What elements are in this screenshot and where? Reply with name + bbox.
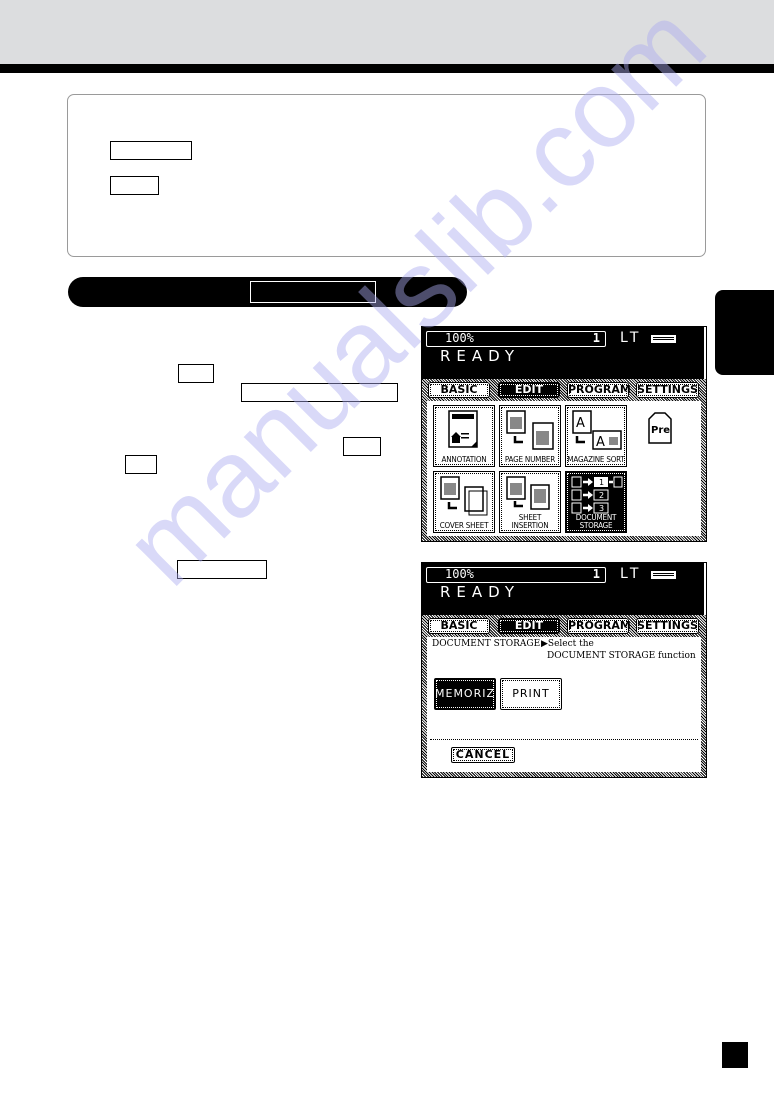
lcd-status-area: 100% 1 LT READY xyxy=(422,563,704,615)
control-panel-document-storage: 100% 1 LT READY DOCUMENT STORAGE ▶Select… xyxy=(421,562,707,778)
tab-program[interactable]: PROGRAM xyxy=(567,618,631,634)
pre-tag-icon: Pre xyxy=(648,412,672,444)
tab-program[interactable]: PROGRAM xyxy=(567,382,631,398)
copy-count: 1 xyxy=(592,567,600,581)
tab-edit[interactable]: EDIT xyxy=(498,618,560,634)
lcd-status-area: 100% 1 LT READY xyxy=(422,327,704,379)
annotation-button[interactable]: ANNOTATION xyxy=(433,405,495,467)
document-storage-button[interactable]: 1 2 3 DOCUMENT STORAGE xyxy=(565,471,627,533)
magazine-sort-label: MAGAZINE SORT xyxy=(567,455,625,464)
step1-key-b xyxy=(241,383,398,402)
paper-tray-icon xyxy=(651,571,676,579)
svg-text:A: A xyxy=(576,416,585,431)
lcd-frame: ANNOTATION PAGE NUMBER A A MAGAZINE SORT… xyxy=(422,379,706,541)
step2-key xyxy=(177,560,267,579)
svg-text:A: A xyxy=(596,435,605,450)
zoom-copies-display: 100% 1 xyxy=(426,331,606,347)
divider xyxy=(430,739,698,740)
document-storage-label: DOCUMENT STORAGE xyxy=(575,513,617,530)
instruction-line-1: ▶Select the xyxy=(541,639,594,649)
tab-settings[interactable]: SETTINGS xyxy=(636,618,699,634)
magazine-sort-button[interactable]: A A MAGAZINE SORT xyxy=(565,405,627,467)
annotation-label: ANNOTATION xyxy=(441,455,487,464)
sheet-insertion-icon xyxy=(506,476,550,510)
note-key-2 xyxy=(110,176,159,195)
annotation-icon xyxy=(448,410,478,448)
svg-text:3: 3 xyxy=(599,504,604,513)
step1-key-d xyxy=(125,455,157,474)
header-rule xyxy=(0,64,774,73)
magazine-sort-icon: A A xyxy=(572,410,622,450)
edit-menu-area: ANNOTATION PAGE NUMBER A A MAGAZINE SORT… xyxy=(427,401,701,536)
pre-label: Pre xyxy=(651,425,670,436)
zoom-ratio: 100% xyxy=(445,567,474,581)
zoom-ratio: 100% xyxy=(445,331,474,345)
status-message: READY xyxy=(440,347,521,365)
document-storage-area: DOCUMENT STORAGE ▶Select the DOCUMENT ST… xyxy=(427,637,701,772)
zoom-copies-display: 100% 1 xyxy=(426,567,606,583)
paper-size: LT xyxy=(620,566,643,582)
header-band xyxy=(0,0,774,64)
memorize-button[interactable]: MEMORIZE xyxy=(434,678,502,710)
step1-key-c xyxy=(343,437,381,456)
mode-tabs: BASIC EDIT PROGRAM SETTINGS xyxy=(422,379,706,401)
cancel-button[interactable]: CANCEL xyxy=(451,747,515,763)
paper-size: LT xyxy=(620,330,643,346)
note-box xyxy=(67,94,706,257)
print-button[interactable]: PRINT xyxy=(500,678,562,710)
chapter-tab xyxy=(715,290,774,375)
page-marker xyxy=(722,1042,748,1068)
status-message: READY xyxy=(440,583,521,601)
instruction-line-2: DOCUMENT STORAGE function xyxy=(547,651,696,661)
page-number-icon xyxy=(506,410,554,450)
function-name: DOCUMENT STORAGE xyxy=(432,639,541,649)
tab-basic[interactable]: BASIC xyxy=(428,382,490,398)
svg-text:2: 2 xyxy=(599,491,604,500)
tab-edit[interactable]: EDIT xyxy=(498,382,560,398)
document-storage-icon: 1 2 3 xyxy=(571,476,623,514)
section-banner-label xyxy=(250,281,376,303)
sheet-insertion-label: SHEET INSERTION xyxy=(511,513,549,530)
svg-text:1: 1 xyxy=(599,478,604,487)
copy-count: 1 xyxy=(592,331,600,345)
cover-sheet-label: COVER SHEET xyxy=(439,521,489,530)
page-number-label: PAGE NUMBER xyxy=(504,455,556,464)
page-number-button[interactable]: PAGE NUMBER xyxy=(499,405,561,467)
mode-tabs: BASIC EDIT PROGRAM SETTINGS xyxy=(422,615,706,637)
lcd-frame: DOCUMENT STORAGE ▶Select the DOCUMENT ST… xyxy=(422,615,706,777)
tab-basic[interactable]: BASIC xyxy=(428,618,490,634)
note-key-1 xyxy=(110,141,192,160)
cover-sheet-icon xyxy=(440,476,488,516)
control-panel-edit-menu: 100% 1 LT READY ANNOTATION PAGE NUMBER A… xyxy=(421,326,707,542)
sheet-insertion-button[interactable]: SHEET INSERTION xyxy=(499,471,561,533)
cover-sheet-button[interactable]: COVER SHEET xyxy=(433,471,495,533)
tab-settings[interactable]: SETTINGS xyxy=(636,382,699,398)
paper-tray-icon xyxy=(651,335,676,343)
step1-key-a xyxy=(178,364,214,383)
